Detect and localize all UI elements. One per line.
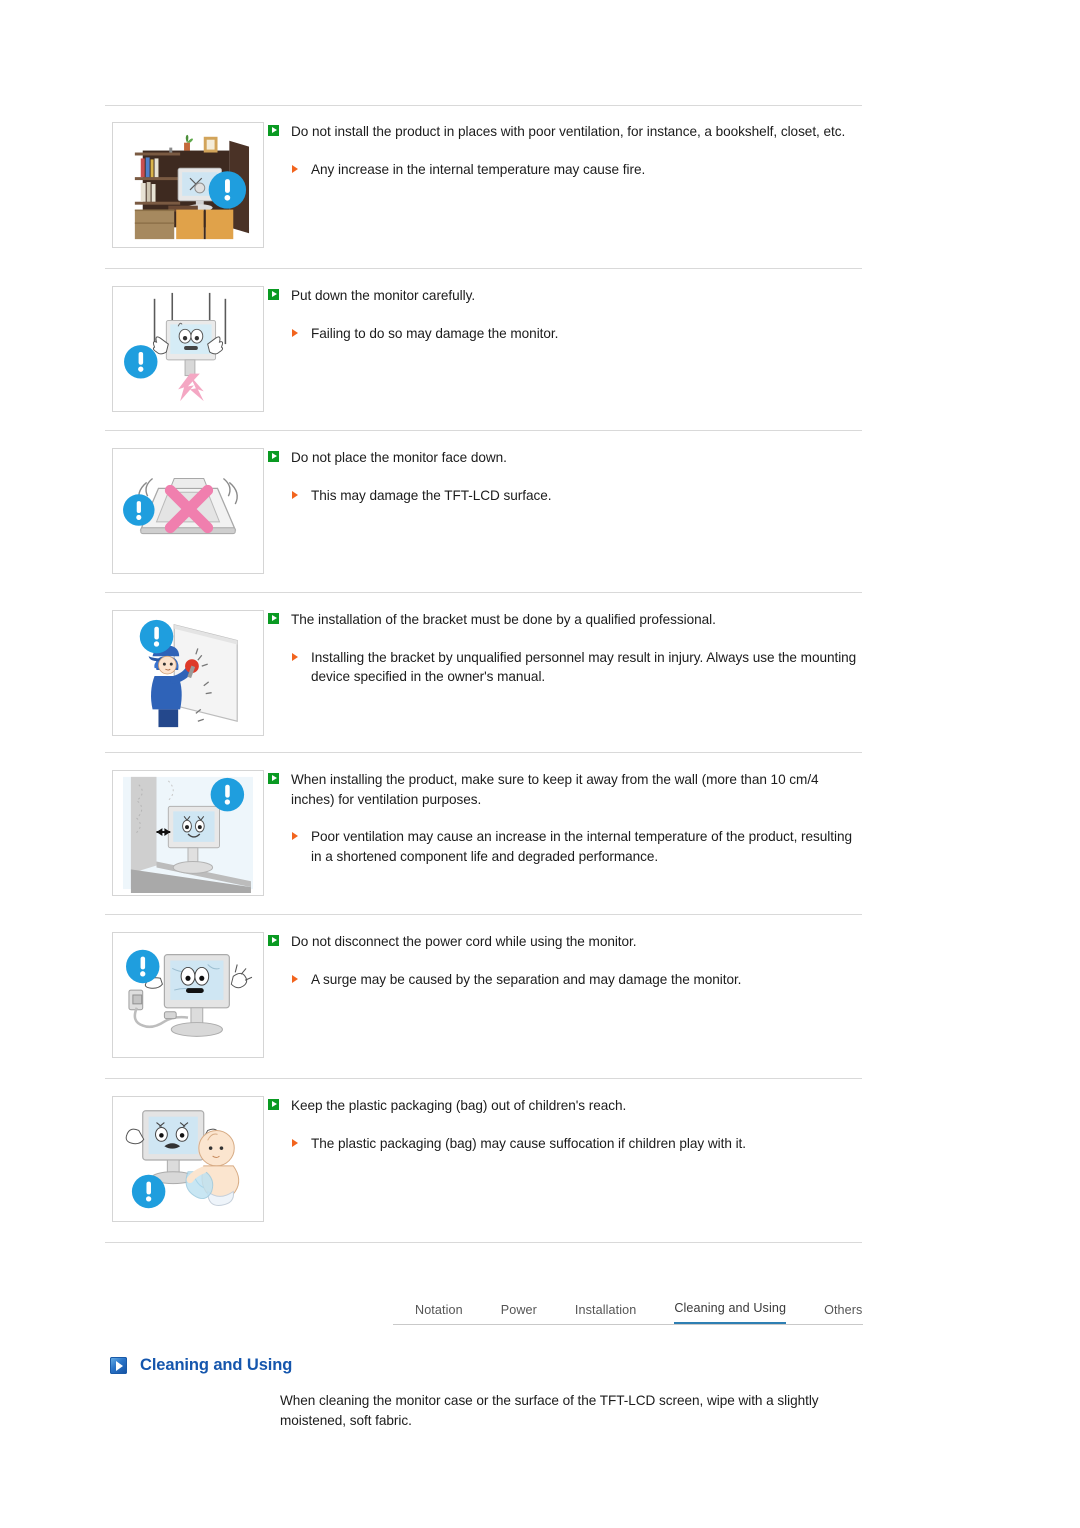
safety-main-text: Put down the monitor carefully. bbox=[268, 286, 863, 306]
safety-sub-text: Any increase in the internal temperature… bbox=[290, 160, 863, 180]
orange-triangle-bullet-icon bbox=[292, 1138, 298, 1147]
green-arrow-bullet-icon bbox=[268, 289, 279, 300]
tab-baseline-rule bbox=[393, 1324, 863, 1325]
bracket-installation-professional-illustration bbox=[112, 610, 264, 736]
tab-list: Notation Power Installation Cleaning and… bbox=[393, 1294, 863, 1324]
safety-text-block: The installation of the bracket must be … bbox=[268, 610, 863, 687]
safety-sub-label: Failing to do so may damage the monitor. bbox=[311, 325, 559, 341]
tab-power[interactable]: Power bbox=[501, 1303, 537, 1324]
safety-main-label: The installation of the bracket must be … bbox=[291, 612, 716, 627]
safety-main-label: Do not disconnect the power cord while u… bbox=[291, 934, 637, 949]
safety-main-label: Do not install the product in places wit… bbox=[291, 124, 846, 139]
divider-4 bbox=[105, 752, 862, 753]
page-title: Cleaning and Using bbox=[110, 1356, 292, 1375]
plastic-bag-child-warning-illustration bbox=[112, 1096, 264, 1222]
orange-triangle-bullet-icon bbox=[292, 832, 298, 840]
monitor-face-down-warning-illustration bbox=[112, 448, 264, 574]
safety-main-text: Do not install the product in places wit… bbox=[268, 122, 863, 142]
safety-sub-label: Any increase in the internal temperature… bbox=[311, 161, 646, 177]
green-arrow-bullet-icon bbox=[268, 935, 279, 946]
green-arrow-bullet-icon bbox=[268, 613, 279, 624]
tab-notation[interactable]: Notation bbox=[415, 1303, 463, 1324]
manual-page: Do not install the product in places wit… bbox=[0, 0, 1080, 1528]
safety-main-label: Do not place the monitor face down. bbox=[291, 450, 507, 465]
safety-sub-text: Installing the bracket by unqualified pe… bbox=[290, 648, 863, 687]
safety-text-block: When installing the product, make sure t… bbox=[268, 770, 863, 866]
safety-main-text: The installation of the bracket must be … bbox=[268, 610, 863, 630]
green-arrow-bullet-icon bbox=[268, 773, 279, 784]
safety-main-label: Put down the monitor carefully. bbox=[291, 288, 476, 303]
safety-text-block: Keep the plastic packaging (bag) out of … bbox=[268, 1096, 863, 1153]
green-arrow-bullet-icon bbox=[268, 125, 279, 136]
divider-1 bbox=[105, 268, 862, 269]
safety-main-label: Keep the plastic packaging (bag) out of … bbox=[291, 1098, 627, 1113]
safety-sub-label: A surge may be caused by the separation … bbox=[311, 971, 742, 987]
orange-triangle-bullet-icon bbox=[292, 328, 298, 337]
dropping-monitor-warning-illustration bbox=[112, 286, 264, 412]
tab-others[interactable]: Others bbox=[824, 1303, 862, 1324]
safety-text-block: Put down the monitor carefully. Failing … bbox=[268, 286, 863, 343]
safety-sub-label: The plastic packaging (bag) may cause su… bbox=[311, 1135, 747, 1151]
safety-main-text: Keep the plastic packaging (bag) out of … bbox=[268, 1096, 863, 1116]
safety-sub-text: This may damage the TFT-LCD surface. bbox=[290, 486, 863, 506]
blue-arrow-heading-icon bbox=[110, 1357, 127, 1374]
page-title-label: Cleaning and Using bbox=[140, 1356, 293, 1374]
section-tabs: Notation Power Installation Cleaning and… bbox=[393, 1294, 863, 1328]
orange-triangle-bullet-icon bbox=[292, 164, 298, 173]
orange-triangle-bullet-icon bbox=[292, 974, 298, 983]
divider-5 bbox=[105, 914, 862, 915]
tab-installation[interactable]: Installation bbox=[575, 1303, 636, 1324]
tab-cleaning-and-using[interactable]: Cleaning and Using bbox=[674, 1301, 787, 1324]
safety-sub-text: Failing to do so may damage the monitor. bbox=[290, 324, 863, 344]
power-cord-disconnect-warning-illustration bbox=[112, 932, 264, 1058]
safety-main-text: When installing the product, make sure t… bbox=[268, 770, 863, 809]
safety-sub-label: This may damage the TFT-LCD surface. bbox=[311, 487, 552, 503]
divider-2 bbox=[105, 430, 862, 431]
safety-sub-label: Poor ventilation may cause an increase i… bbox=[311, 829, 852, 864]
orange-triangle-bullet-icon bbox=[292, 652, 298, 661]
safety-sub-label: Installing the bracket by unqualified pe… bbox=[311, 649, 857, 685]
safety-main-text: Do not disconnect the power cord while u… bbox=[268, 932, 863, 952]
divider-7 bbox=[105, 1242, 862, 1243]
safety-sub-text: A surge may be caused by the separation … bbox=[290, 970, 863, 990]
safety-main-text: Do not place the monitor face down. bbox=[268, 448, 863, 468]
safety-text-block: Do not place the monitor face down. This… bbox=[268, 448, 863, 505]
closing-paragraph: When cleaning the monitor case or the su… bbox=[280, 1393, 819, 1428]
bookshelf-monitor-warning-illustration bbox=[112, 122, 264, 248]
safety-text-block: Do not install the product in places wit… bbox=[268, 122, 863, 179]
divider-top bbox=[105, 105, 862, 106]
safety-main-label: When installing the product, make sure t… bbox=[291, 772, 819, 807]
green-arrow-bullet-icon bbox=[268, 451, 279, 462]
safety-sub-text: The plastic packaging (bag) may cause su… bbox=[290, 1134, 863, 1154]
safety-sub-text: Poor ventilation may cause an increase i… bbox=[290, 827, 863, 866]
safety-text-block: Do not disconnect the power cord while u… bbox=[268, 932, 863, 989]
orange-triangle-bullet-icon bbox=[292, 490, 298, 499]
divider-3 bbox=[105, 592, 862, 593]
green-arrow-bullet-icon bbox=[268, 1099, 279, 1110]
wall-clearance-ventilation-illustration bbox=[112, 770, 264, 896]
divider-6 bbox=[105, 1078, 862, 1079]
